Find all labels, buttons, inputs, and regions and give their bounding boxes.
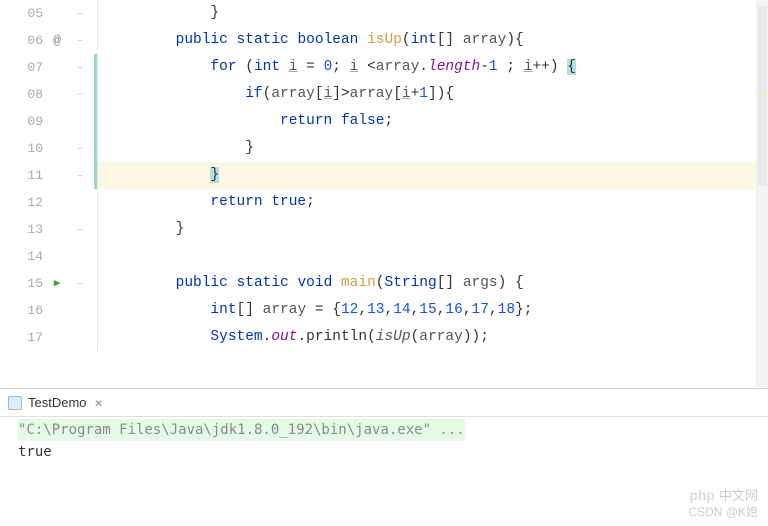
gutter[interactable]: 06@– (0, 27, 98, 54)
fold-toggle[interactable]: – (71, 134, 89, 163)
fold-toggle[interactable]: – (71, 80, 89, 109)
line-number: 11 (15, 162, 43, 189)
code-line[interactable]: 10 – } (0, 135, 768, 162)
fold-toggle[interactable]: – (71, 215, 89, 244)
code-content[interactable]: } (98, 135, 768, 162)
line-number: 13 (15, 216, 43, 243)
line-number: 16 (15, 297, 43, 324)
change-marker (94, 135, 97, 162)
gutter[interactable]: 11 – (0, 162, 98, 189)
code-content[interactable]: int[] array = {12,13,14,15,16,17,18}; (98, 297, 768, 324)
fold-toggle[interactable]: – (71, 161, 89, 190)
gutter[interactable]: 09 (0, 108, 98, 135)
code-line[interactable]: 12 return true; (0, 189, 768, 216)
change-marker (94, 162, 97, 189)
gutter[interactable]: 05 – (0, 0, 98, 27)
code-line[interactable]: 14 (0, 243, 768, 270)
gutter[interactable]: 13 – (0, 216, 98, 243)
scroll-marker (758, 94, 767, 96)
line-number: 10 (15, 135, 43, 162)
line-number: 14 (15, 243, 43, 270)
code-content[interactable]: System.out.println(isUp(array)); (98, 324, 768, 351)
gutter[interactable]: 17 (0, 324, 98, 351)
watermark-text: 中文网 (719, 485, 758, 504)
code-content[interactable]: } (98, 216, 768, 243)
console-output[interactable]: "C:\Program Files\Java\jdk1.8.0_192\bin\… (0, 417, 768, 471)
code-line[interactable]: 08 – if(array[i]>array[i+1]){ (0, 81, 768, 108)
console-tab-title[interactable]: TestDemo (28, 395, 87, 410)
gutter[interactable]: 14 (0, 243, 98, 270)
code-line[interactable]: 09 return false; (0, 108, 768, 135)
code-content[interactable]: public static void main(String[] args) { (98, 270, 768, 297)
console-tab-bar: TestDemo × (0, 389, 768, 417)
run-gutter-icon[interactable]: ▶ (54, 278, 61, 290)
watermark: php 中文网 (689, 485, 758, 504)
code-editor[interactable]: 05– }06@– public static boolean isUp(int… (0, 0, 768, 351)
line-number: 17 (15, 324, 43, 351)
code-content[interactable] (98, 243, 768, 270)
code-content[interactable]: public static boolean isUp(int[] array){ (98, 27, 768, 54)
code-line[interactable]: 13 – } (0, 216, 768, 243)
change-marker (94, 54, 97, 81)
code-line[interactable]: 05 – } (0, 0, 768, 27)
code-content[interactable]: if(array[i]>array[i+1]){ (98, 81, 768, 108)
line-number: 06 (15, 27, 43, 54)
change-marker (94, 108, 97, 135)
override-icon: @ (43, 27, 71, 54)
gutter[interactable]: 12 (0, 189, 98, 216)
fold-toggle[interactable]: – (71, 26, 89, 55)
code-line[interactable]: 07 – for (int i = 0; i <array.length-1 ; … (0, 54, 768, 81)
line-number: 15 (15, 270, 43, 297)
line-number: 07 (15, 54, 43, 81)
change-marker (94, 81, 97, 108)
run-config-icon (8, 396, 22, 410)
console-command-line: "C:\Program Files\Java\jdk1.8.0_192\bin\… (18, 419, 465, 441)
code-content[interactable]: for (int i = 0; i <array.length-1 ; i++)… (98, 54, 768, 81)
line-number: 09 (15, 108, 43, 135)
gutter[interactable]: 15 ▶– (0, 270, 98, 297)
code-line[interactable]: 17 System.out.println(isUp(array)); (0, 324, 768, 351)
editor-scrollbar[interactable] (756, 0, 768, 388)
run-tool-window: TestDemo × "C:\Program Files\Java\jdk1.8… (0, 388, 768, 526)
code-line[interactable]: 16 int[] array = {12,13,14,15,16,17,18}; (0, 297, 768, 324)
code-content[interactable]: } (98, 0, 768, 27)
fold-toggle[interactable]: – (71, 269, 89, 298)
line-number: 08 (15, 81, 43, 108)
credit-text: CSDN @K媳 (688, 503, 758, 520)
code-content[interactable]: return false; (98, 108, 768, 135)
line-number: 05 (15, 0, 43, 27)
gutter[interactable]: 16 (0, 297, 98, 324)
line-number: 12 (15, 189, 43, 216)
scrollbar-thumb[interactable] (758, 6, 767, 186)
code-content[interactable]: } (98, 162, 768, 189)
gutter[interactable]: 08 – (0, 81, 98, 108)
close-icon[interactable]: × (95, 395, 103, 411)
gutter[interactable]: 07 – (0, 54, 98, 81)
watermark-logo: php (689, 487, 715, 503)
code-line[interactable]: 15 ▶– public static void main(String[] ar… (0, 270, 768, 297)
console-result: true (18, 441, 760, 463)
fold-toggle[interactable]: – (71, 0, 89, 28)
gutter[interactable]: 10 – (0, 135, 98, 162)
code-line[interactable]: 06@– public static boolean isUp(int[] ar… (0, 27, 768, 54)
code-line[interactable]: 11 – } (0, 162, 768, 189)
code-content[interactable]: return true; (98, 189, 768, 216)
fold-toggle[interactable]: – (71, 53, 89, 82)
